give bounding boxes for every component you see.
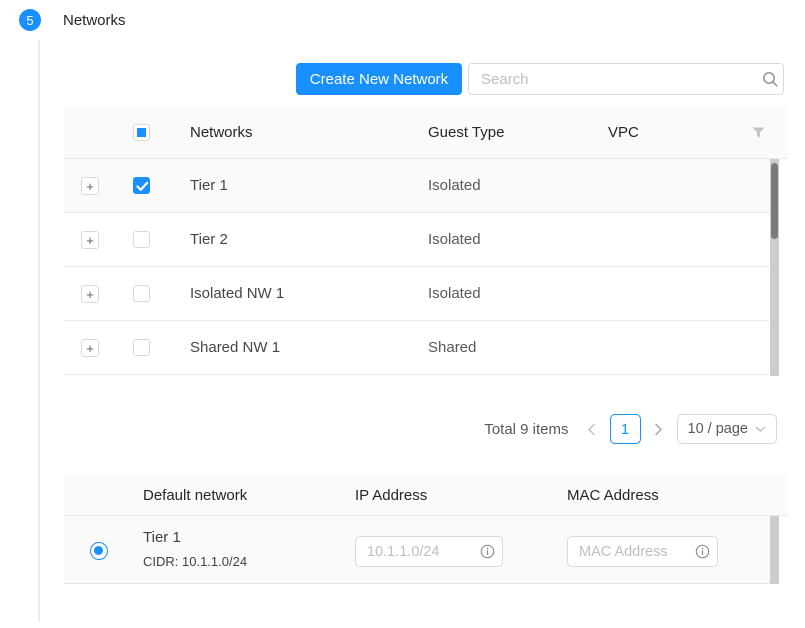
expand-row-icon[interactable]: + xyxy=(81,231,99,249)
search-box[interactable] xyxy=(468,63,784,95)
default-network-cidr: CIDR: 10.1.1.0/24 xyxy=(143,554,247,569)
column-header-mac-address: MAC Address xyxy=(567,475,659,515)
create-new-network-button[interactable]: Create New Network xyxy=(296,63,462,95)
select-all-checkbox[interactable] xyxy=(133,124,150,141)
row-checkbox[interactable] xyxy=(133,177,150,194)
column-header-networks: Networks xyxy=(190,106,253,158)
default-network-table-header: Default network IP Address MAC Address xyxy=(64,475,788,516)
network-name: Shared NW 1 xyxy=(190,321,280,374)
expand-row-icon[interactable]: + xyxy=(81,177,99,195)
page-size-value: 10 / page xyxy=(688,421,748,437)
networks-table-header: Networks Guest Type VPC xyxy=(64,106,788,159)
expand-row-icon[interactable]: + xyxy=(81,285,99,303)
row-checkbox[interactable] xyxy=(133,231,150,248)
page-title: Networks xyxy=(63,12,126,29)
mac-address-input[interactable] xyxy=(568,544,687,560)
table-row[interactable]: + Shared NW 1 Shared xyxy=(64,321,771,375)
info-icon[interactable] xyxy=(472,544,502,559)
pagination: Total 9 items 1 10 / page xyxy=(484,413,777,445)
row-checkbox[interactable] xyxy=(133,285,150,302)
prev-page-icon[interactable] xyxy=(583,414,601,444)
step-number-badge: 5 xyxy=(19,9,41,31)
mac-address-field[interactable] xyxy=(567,536,718,567)
networks-step-page: 5 Networks Create New Network Networks G… xyxy=(0,0,805,628)
default-network-radio[interactable] xyxy=(90,542,108,560)
step-number: 5 xyxy=(26,13,33,28)
step-progress-line xyxy=(38,40,40,622)
table-scrollbar-track[interactable] xyxy=(770,516,779,584)
row-checkbox[interactable] xyxy=(133,339,150,356)
table-row[interactable]: + Tier 2 Isolated xyxy=(64,213,771,267)
chevron-down-icon xyxy=(755,426,766,433)
expand-row-icon[interactable]: + xyxy=(81,339,99,357)
table-scrollbar-track[interactable] xyxy=(770,159,779,376)
column-header-vpc: VPC xyxy=(608,106,639,158)
table-row[interactable]: + Tier 1 Isolated xyxy=(64,159,771,213)
network-name: Tier 2 xyxy=(190,213,228,266)
network-name: Tier 1 xyxy=(190,159,228,212)
page-size-select[interactable]: 10 / page xyxy=(677,414,777,444)
default-network-name: Tier 1 xyxy=(143,529,181,546)
table-scrollbar-thumb[interactable] xyxy=(771,163,778,239)
column-header-default-network: Default network xyxy=(143,475,247,515)
networks-table-body: + Tier 1 Isolated + Tier 2 Isolated + Is… xyxy=(64,159,771,375)
column-header-guest-type: Guest Type xyxy=(428,106,504,158)
default-network-row[interactable]: Tier 1 CIDR: 10.1.1.0/24 xyxy=(64,516,771,584)
info-icon[interactable] xyxy=(687,544,717,559)
page-number-button[interactable]: 1 xyxy=(610,414,641,444)
search-icon[interactable] xyxy=(757,71,783,88)
guest-type: Shared xyxy=(428,321,476,374)
column-header-ip-address: IP Address xyxy=(355,475,427,515)
guest-type: Isolated xyxy=(428,213,481,266)
next-page-icon[interactable] xyxy=(650,414,668,444)
guest-type: Isolated xyxy=(428,159,481,212)
ip-address-input[interactable] xyxy=(356,544,472,560)
ip-address-field[interactable] xyxy=(355,536,503,567)
search-input[interactable] xyxy=(469,71,757,88)
table-row[interactable]: + Isolated NW 1 Isolated xyxy=(64,267,771,321)
network-name: Isolated NW 1 xyxy=(190,267,284,320)
filter-icon[interactable] xyxy=(752,126,765,144)
pagination-total: Total 9 items xyxy=(484,421,568,438)
guest-type: Isolated xyxy=(428,267,481,320)
